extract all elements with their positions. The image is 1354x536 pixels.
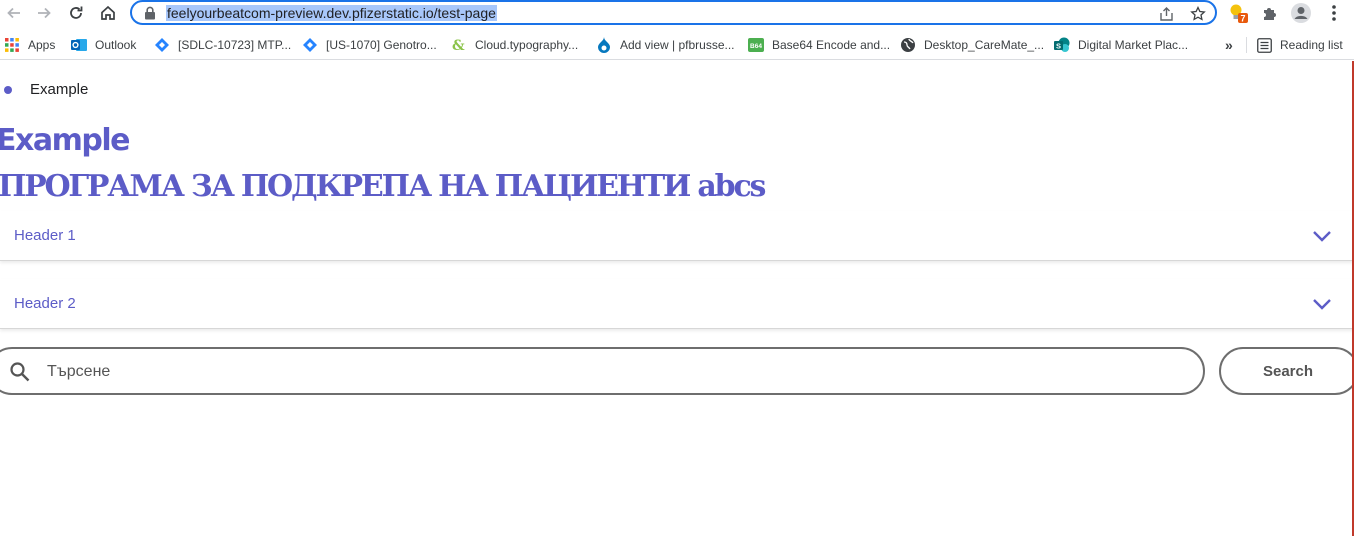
bookmarks-bar: Apps Outlook [SDLC-10723] MTP... [US-107… bbox=[0, 30, 1354, 60]
forward-arrow-icon[interactable] bbox=[32, 2, 56, 24]
bookmark-label: Add view | pfbrusse... bbox=[620, 38, 735, 52]
bookmark-star-icon[interactable] bbox=[1189, 5, 1207, 23]
bullet-dot bbox=[4, 85, 12, 94]
accordion-header-1[interactable]: Header 1 bbox=[0, 211, 1354, 261]
bookmark-us1070[interactable]: [US-1070] Genotro... bbox=[302, 35, 437, 55]
bookmark-label: Outlook bbox=[95, 38, 137, 52]
search-box[interactable] bbox=[0, 347, 1205, 395]
url-text[interactable]: feelyourbeatcom-preview.dev.pfizerstatic… bbox=[166, 5, 497, 21]
accordion-header-2[interactable]: Header 2 bbox=[0, 279, 1354, 329]
back-arrow-icon[interactable] bbox=[2, 2, 26, 24]
apps-grid-icon bbox=[4, 37, 20, 53]
bookmarks-divider bbox=[1246, 37, 1247, 53]
page-content: Example Example ПРОГРАМА ЗА ПОДКРЕПА НА … bbox=[0, 61, 1354, 536]
bookmark-label: Digital Market Plac... bbox=[1078, 38, 1189, 52]
profile-avatar-icon[interactable] bbox=[1290, 2, 1312, 24]
search-input[interactable] bbox=[47, 361, 1147, 383]
base64-icon: B64 bbox=[748, 37, 764, 53]
extensions-puzzle-icon[interactable] bbox=[1259, 2, 1281, 24]
reading-list-label: Reading list bbox=[1280, 38, 1343, 52]
bookmark-add-view[interactable]: Add view | pfbrusse... bbox=[596, 35, 735, 55]
browser-menu-icon[interactable] bbox=[1323, 2, 1345, 24]
bookmark-outlook[interactable]: Outlook bbox=[71, 35, 136, 55]
bookmark-label: Apps bbox=[28, 38, 56, 52]
accordion-label: Header 2 bbox=[14, 295, 76, 312]
url-selection[interactable]: feelyourbeatcom-preview.dev.pfizerstatic… bbox=[166, 5, 497, 21]
home-icon[interactable] bbox=[96, 2, 120, 24]
bookmarks-overflow-button[interactable]: » bbox=[1225, 35, 1233, 55]
bookmark-label: Desktop_CareMate_... bbox=[924, 38, 1045, 52]
jira-icon bbox=[302, 37, 318, 53]
svg-text:&: & bbox=[452, 38, 465, 53]
search-icon bbox=[10, 362, 30, 382]
page-heading: Example bbox=[0, 123, 130, 158]
reading-list-icon bbox=[1256, 37, 1272, 53]
chevron-down-icon[interactable] bbox=[1312, 226, 1332, 246]
outlook-icon bbox=[71, 37, 87, 53]
lock-icon[interactable] bbox=[144, 6, 156, 20]
bookmark-sdlc[interactable]: [SDLC-10723] MTP... bbox=[154, 35, 291, 55]
bookmark-cloud-typography[interactable]: & Cloud.typography... bbox=[451, 35, 578, 55]
search-button[interactable]: Search bbox=[1219, 347, 1354, 395]
bookmark-label: [SDLC-10723] MTP... bbox=[178, 38, 292, 52]
svg-text:B64: B64 bbox=[750, 43, 762, 50]
address-bar[interactable]: feelyourbeatcom-preview.dev.pfizerstatic… bbox=[130, 0, 1217, 25]
bookmark-base64[interactable]: B64 Base64 Encode and... bbox=[748, 35, 890, 55]
accordion-label: Header 1 bbox=[14, 227, 76, 244]
reload-icon[interactable] bbox=[64, 2, 88, 24]
bookmark-label: Cloud.typography... bbox=[475, 38, 579, 52]
browser-toolbar: feelyourbeatcom-preview.dev.pfizerstatic… bbox=[0, 0, 1354, 28]
sharepoint-icon: S bbox=[1054, 37, 1070, 53]
lightbulb-extension-icon[interactable]: 7 bbox=[1227, 2, 1249, 24]
globe-icon bbox=[900, 37, 916, 53]
jira-icon bbox=[154, 37, 170, 53]
page-subheading: ПРОГРАМА ЗА ПОДКРЕПА НА ПАЦИЕНТИ abcs bbox=[0, 169, 766, 204]
bookmark-apps[interactable]: Apps bbox=[4, 35, 55, 55]
bookmark-digital-market[interactable]: S Digital Market Plac... bbox=[1054, 35, 1188, 55]
bookmark-label: Base64 Encode and... bbox=[772, 38, 891, 52]
svg-text:S: S bbox=[1056, 42, 1061, 51]
extension-badge: 7 bbox=[1240, 14, 1245, 24]
chevron-down-icon[interactable] bbox=[1312, 294, 1332, 314]
drupal-icon bbox=[596, 37, 612, 53]
bullet-text: Example bbox=[30, 81, 89, 98]
typography-icon: & bbox=[451, 37, 467, 53]
bookmark-label: [US-1070] Genotro... bbox=[326, 38, 437, 52]
reading-list-button[interactable]: Reading list bbox=[1256, 35, 1343, 55]
bullet-list-item: Example bbox=[4, 81, 88, 98]
share-icon[interactable] bbox=[1158, 5, 1176, 23]
overflow-chevron-icon: » bbox=[1225, 37, 1233, 53]
bookmark-caremate[interactable]: Desktop_CareMate_... bbox=[900, 35, 1044, 55]
